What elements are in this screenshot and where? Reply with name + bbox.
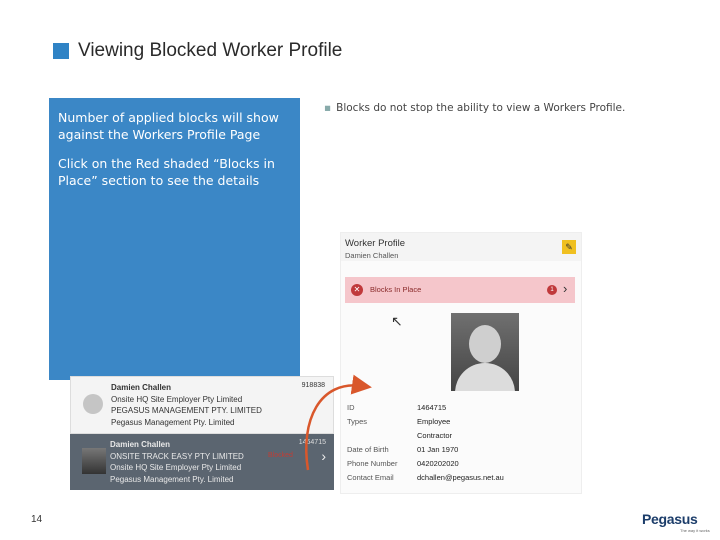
- detail-row: Contact Email dchallen@pegasus.net.au: [347, 471, 577, 485]
- title-square-icon: [53, 43, 69, 59]
- worker-employer: ONSITE TRACK EASY PTY LIMITED: [110, 451, 244, 461]
- avatar: [83, 394, 103, 414]
- worker-profile-header: Worker Profile Damien Challen ✎: [341, 233, 581, 261]
- detail-value: 01 Jan 1970: [417, 445, 459, 454]
- worker-list-item[interactable]: Damien Challen Onsite HQ Site Employer P…: [70, 376, 334, 434]
- bullet-note: ▪ Blocks do not stop the ability to view …: [324, 102, 625, 114]
- worker-name: Damien Challen: [111, 383, 172, 392]
- detail-value: Employee: [417, 417, 451, 426]
- blocks-count-badge: 1: [547, 285, 557, 295]
- worker-list: Damien Challen Onsite HQ Site Employer P…: [70, 376, 334, 490]
- worker-lines: Damien Challen Onsite HQ Site Employer P…: [111, 382, 262, 428]
- instruction-panel: Number of applied blocks will show again…: [49, 98, 300, 380]
- logo-tagline: The way it works: [680, 528, 710, 533]
- detail-row: Contractor: [347, 429, 577, 443]
- worker-details: ID 1464715 Types Employee Contractor Date …: [347, 401, 577, 485]
- detail-value: 0420202020: [417, 459, 459, 468]
- worker-list-item-selected[interactable]: Damien Challen ONSITE TRACK EASY PTY LIM…: [70, 434, 334, 490]
- worker-profile-card: Worker Profile Damien Challen ✎ ✕ Blocks…: [340, 232, 582, 494]
- pegasus-logo: Pegasus: [642, 511, 698, 527]
- mouse-cursor-icon: ↖: [391, 313, 403, 329]
- worker-lines: Damien Challen ONSITE TRACK EASY PTY LIM…: [110, 439, 244, 485]
- worker-name: Damien Challen: [110, 440, 171, 449]
- bullet-dot-icon: ▪: [324, 102, 332, 114]
- worker-photo: [451, 313, 519, 391]
- detail-row: Types Employee: [347, 415, 577, 429]
- instruction-text-2: Click on the Red shaded “Blocks in Place…: [58, 156, 275, 188]
- worker-profile-title: Worker Profile: [345, 238, 406, 249]
- blocks-in-place-row[interactable]: ✕ Blocks In Place 1 ›: [345, 277, 575, 303]
- worker-id: 1464715: [298, 439, 326, 446]
- blocks-in-place-label: Blocks In Place: [370, 285, 422, 294]
- worker-employer: Onsite HQ Site Employer Pty Limited: [111, 394, 243, 404]
- detail-value: 1464715: [417, 403, 447, 412]
- detail-row: ID 1464715: [347, 401, 577, 415]
- detail-label: Phone Number: [347, 459, 398, 468]
- pencil-icon[interactable]: ✎: [562, 240, 576, 254]
- blocked-badge: Blocked: [268, 452, 293, 459]
- detail-label: ID: [347, 403, 355, 412]
- detail-row: Date of Birth 01 Jan 1970: [347, 443, 577, 457]
- slide-title-bar: Viewing Blocked Worker Profile: [53, 40, 342, 62]
- worker-id: 918838: [301, 382, 325, 389]
- detail-row: Phone Number 0420202020: [347, 457, 577, 471]
- detail-label: Contact Email: [347, 473, 394, 482]
- detail-label: [347, 429, 417, 443]
- worker-employer: PEGASUS MANAGEMENT PTY. LIMITED: [111, 406, 262, 415]
- detail-value: dchallen@pegasus.net.au: [417, 473, 504, 482]
- chevron-right-icon: ›: [563, 281, 568, 296]
- chevron-right-icon[interactable]: ›: [321, 448, 326, 464]
- detail-value: Contractor: [417, 431, 453, 440]
- bullet-text: Blocks do not stop the ability to view a…: [336, 102, 626, 114]
- worker-employer: Pegasus Management Pty. Limited: [110, 474, 234, 484]
- x-circle-icon: ✕: [351, 284, 363, 296]
- worker-employer: Pegasus Management Pty. Limited: [111, 417, 235, 427]
- photo-shoulders: [455, 363, 515, 391]
- slide-title: Viewing Blocked Worker Profile: [78, 40, 343, 61]
- page-number: 14: [31, 514, 43, 525]
- photo-head: [469, 325, 501, 363]
- worker-profile-name: Damien Challen: [345, 251, 399, 260]
- detail-label: Date of Birth: [347, 445, 389, 454]
- avatar: [82, 448, 106, 474]
- detail-label: Types: [347, 417, 368, 426]
- instruction-text-1: Number of applied blocks will show again…: [58, 110, 279, 142]
- worker-employer: Onsite HQ Site Employer Pty Limited: [110, 463, 242, 472]
